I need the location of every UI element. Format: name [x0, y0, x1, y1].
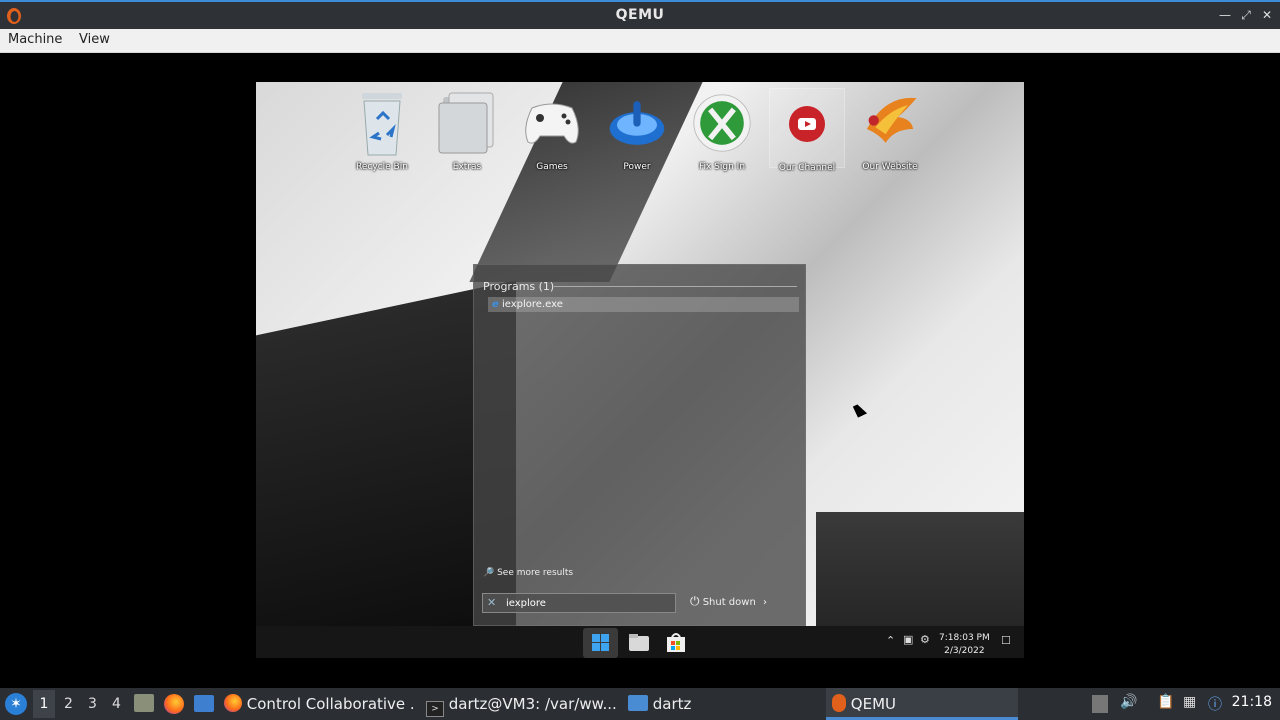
search-result-label: iexplore.exe	[501, 299, 563, 310]
desktop-icon-label: Games	[536, 162, 568, 172]
vm-date: 2/3/2022	[944, 646, 985, 656]
shutdown-button[interactable]: ⏻ Shut down ›	[690, 594, 778, 613]
desktop-icon-label: Extras	[452, 162, 482, 172]
menubar: Machine View	[0, 29, 1280, 53]
vm-taskbar: ⌃ ▣ ⚙ 7:18:03 PM 2/3/2022 ☐	[256, 626, 1024, 658]
desktop-icon-label: Fix Sign In	[698, 162, 746, 172]
desktop-icon-label: Recycle Bin	[356, 162, 408, 172]
youtube-icon	[777, 89, 837, 159]
category-divider	[554, 286, 797, 287]
firefox-icon	[224, 694, 242, 712]
folder-icon	[628, 695, 648, 711]
vm-time: 7:18:03 PM	[939, 633, 990, 643]
notification-icon[interactable]: ☐	[1001, 634, 1011, 647]
menu-machine[interactable]: Machine	[8, 32, 62, 47]
clipboard-icon[interactable]: 📋	[1157, 694, 1174, 710]
firefox-launcher-icon[interactable]	[164, 694, 184, 714]
desktop-icon-label: Our Website	[862, 162, 918, 172]
start-button[interactable]	[583, 628, 618, 658]
shutdown-label: Shut down	[702, 597, 756, 608]
windows-icon	[592, 634, 609, 651]
display-icon[interactable]: ▦	[1183, 694, 1196, 710]
phoenix-icon	[860, 88, 920, 158]
desktop-icon-fix-sign-in[interactable]: Fix Sign In	[684, 88, 760, 172]
desktop-launcher-icon[interactable]	[194, 695, 214, 712]
recycle-bin-icon	[352, 88, 412, 158]
desktop-icon-recycle-bin[interactable]: Recycle Bin	[344, 88, 420, 172]
store-button[interactable]	[665, 631, 687, 657]
workspace-4[interactable]: 4	[112, 696, 121, 712]
search-icon: 🔎	[483, 568, 495, 578]
search-input[interactable]: ✕ iexplore	[482, 593, 676, 613]
volume-icon[interactable]: 🔊	[1120, 694, 1137, 710]
gamepad-icon	[522, 88, 582, 158]
search-input-value: iexplore	[506, 598, 546, 609]
window-titlebar: QEMU — ⤢ ✕	[0, 0, 1280, 29]
host-taskbar: ✶ 1 2 3 4 Control Collaborative ... > da…	[0, 688, 1280, 720]
chevron-right-icon[interactable]: ›	[763, 597, 767, 608]
start-menu: Programs (1) e iexplore.exe 🔎 See more r…	[473, 264, 806, 626]
desktop-icon-our-channel[interactable]: Our Channel	[769, 88, 845, 173]
network-icon[interactable]: ▣	[903, 633, 913, 646]
chevron-up-icon[interactable]: ⌃	[886, 634, 895, 647]
task-qemu[interactable]: QEMU	[826, 688, 1018, 720]
xbox-icon	[692, 88, 752, 158]
info-icon[interactable]: ⓘ	[1208, 694, 1222, 714]
task-terminal[interactable]: > dartz@VM3: /var/ww...	[426, 688, 618, 720]
minimize-button[interactable]: —	[1218, 8, 1232, 22]
desktop-icon-extras[interactable]: Extras	[429, 88, 505, 172]
workspace-2[interactable]: 2	[64, 696, 73, 712]
file-manager-launcher-icon[interactable]	[134, 694, 154, 712]
close-button[interactable]: ✕	[1260, 8, 1274, 22]
clear-search-icon[interactable]: ✕	[487, 596, 496, 609]
desktop-icon-power[interactable]: Power	[599, 88, 675, 172]
folder-icon	[437, 88, 497, 158]
task-label: Control Collaborative ...	[246, 695, 416, 713]
maximize-button[interactable]: ⤢	[1239, 8, 1253, 22]
search-result-item[interactable]: e iexplore.exe	[488, 297, 799, 312]
see-more-results-link[interactable]: 🔎 See more results	[483, 568, 573, 578]
results-category: Programs (1)	[483, 280, 555, 293]
menu-button[interactable]: ✶	[5, 693, 27, 715]
task-label: dartz	[652, 695, 692, 713]
vm-screen[interactable]: Recycle Bin Extras Games Power Fix Sign …	[256, 82, 1024, 658]
desktop-icon-our-website[interactable]: Our Website	[852, 88, 928, 172]
file-explorer-button[interactable]	[628, 632, 650, 656]
file-explorer-icon	[629, 634, 649, 651]
volume-icon[interactable]: ⚙	[920, 633, 930, 646]
qemu-icon	[832, 694, 846, 712]
tray-updates-icon[interactable]	[1092, 695, 1108, 713]
workspace-3[interactable]: 3	[88, 696, 97, 712]
see-more-label: See more results	[497, 568, 574, 578]
power-icon: ⏻	[690, 594, 700, 608]
desktop-icon-label: Our Channel	[778, 163, 836, 173]
task-label: dartz@VM3: /var/ww...	[448, 695, 617, 713]
window-title: QEMU	[615, 7, 665, 23]
workspace-1[interactable]: 1	[33, 690, 55, 718]
power-icon	[607, 88, 667, 158]
desktop-icon-label: Power	[623, 162, 651, 172]
internet-explorer-icon: e	[492, 299, 499, 310]
distro-logo-icon: ✶	[10, 696, 22, 712]
host-clock[interactable]: 21:18	[1232, 694, 1272, 710]
store-icon	[667, 633, 685, 652]
menu-view[interactable]: View	[79, 32, 110, 47]
desktop-icon-games[interactable]: Games	[514, 88, 590, 172]
task-dartz-folder[interactable]: dartz	[628, 688, 820, 720]
vm-clock[interactable]: 7:18:03 PM 2/3/2022	[939, 632, 990, 658]
terminal-icon: >	[426, 701, 444, 717]
task-label: QEMU	[850, 695, 896, 713]
task-control-collaborative[interactable]: Control Collaborative ...	[224, 688, 416, 720]
